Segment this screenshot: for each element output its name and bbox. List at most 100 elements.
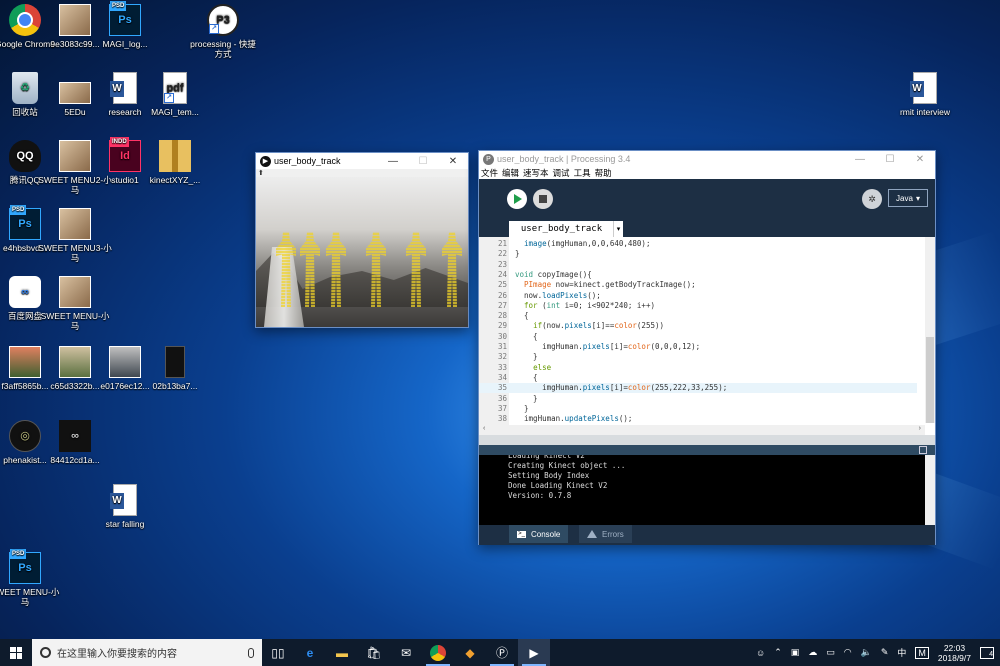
code-line[interactable]: 33 else [479,363,917,373]
desktop-icon-word-doc[interactable]: star falling [88,484,162,529]
code-line[interactable]: 37 } [479,404,917,414]
line-number: 38 [497,414,507,424]
close-button[interactable]: ✕ [905,151,935,167]
editor-console-divider[interactable] [479,435,935,445]
maximize-button[interactable]: ☐ [875,151,905,167]
system-clock[interactable]: 22:03 2018/9/7 [938,643,971,663]
code-line[interactable]: 27 for (int i=0; i<902*240; i++) [479,301,917,311]
task-view-icon[interactable]: ▯▯ [262,639,294,666]
code-line[interactable]: 38 imgHuman.updatePixels(); [479,414,917,424]
line-number: 37 [497,403,507,413]
processing-ide-window[interactable]: P user_body_track | Processing 3.4 — ☐ ✕… [478,150,936,545]
console-output[interactable]: Loading Kinect V2 Creating Kinect object … [479,455,925,525]
menu-sketch[interactable]: 速写本 [523,167,549,179]
code-line[interactable]: 29 if(now.pixels[i]==color(255)) [479,321,917,331]
image-file-icon [109,346,141,378]
microphone-icon[interactable] [248,647,254,658]
scroll-right-icon: › [918,425,921,432]
taskbar-search[interactable]: 在这里输入你要搜索的内容 [32,639,262,666]
line-number: 35 [497,383,507,393]
sketch-taskbar-icon[interactable]: ▶ [518,639,550,666]
code-line[interactable]: 24 void copyImage(){ [479,270,917,280]
debug-icon[interactable]: ✲ [862,189,882,209]
desktop-icon-label: 02b13ba7... [152,381,198,391]
file-explorer-icon[interactable]: ▬ [326,639,358,666]
minimize-button[interactable]: — [845,151,875,167]
processing-taskbar-icon[interactable]: Ⓟ [486,639,518,666]
chrome-taskbar-icon[interactable] [422,639,454,666]
battery-icon[interactable]: ▭ [826,647,835,658]
run-button[interactable] [507,189,527,209]
desktop-icon-image-file[interactable]: 02b13ba7... [138,346,212,391]
menu-file[interactable]: 文件 [481,167,498,179]
code-text: } [515,403,529,413]
sketch-titlebar[interactable]: ▶ user_body_track — ☐ ✕ [256,153,468,169]
desktop-icon-zip[interactable]: kinectXYZ_... [138,140,212,185]
code-line[interactable]: 36 } [479,394,917,404]
menu-help[interactable]: 帮助 [595,167,612,179]
desktop-icon-image-file[interactable]: SWEET MENU3-小马 [38,208,112,263]
minimize-button[interactable]: — [378,153,408,169]
desktop-icon-psd[interactable]: PSDPs SWEET MENU-小马 [0,549,62,607]
editor-vertical-scrollbar[interactable] [925,237,935,423]
code-line[interactable]: 32 } [479,352,917,362]
console-scrollbar[interactable] [925,455,935,525]
volume-icon[interactable]: 🔈 [861,647,872,658]
scrollbar-thumb[interactable] [926,337,934,423]
menu-debug[interactable]: 调试 [553,167,570,179]
image-file-icon [59,276,91,308]
code-line[interactable]: 26 now.loadPixels(); [479,291,917,301]
tray-app-icon[interactable]: ▣ [791,647,800,658]
code-line[interactable]: 30 { [479,332,917,342]
desktop-icon-word-doc[interactable]: rmit interview [888,72,962,117]
tray-chevron-up-icon[interactable]: ⌃ [774,647,782,658]
line-number: 25 [497,280,507,290]
sketch-canvas[interactable] [256,177,468,327]
code-line[interactable]: 35 imgHuman.pixels[i]=color(255,222,33,2… [479,383,917,394]
code-line[interactable]: 34 { [479,373,917,383]
edge-browser-icon[interactable]: e [294,639,326,666]
onedrive-cloud-icon[interactable]: ☁ [808,647,817,658]
action-center-icon[interactable]: 4 [980,646,994,659]
mail-icon[interactable]: ✉ [390,639,422,666]
ide-toolbar: ✲ Java ▾ [479,179,935,223]
desktop-icon-image-file[interactable]: ∞ 84412cd1a... [38,420,112,465]
people-icon[interactable]: ☺ [756,648,765,658]
pen-icon[interactable]: ✎ [881,647,889,658]
desktop-icon-image-file[interactable]: SWEET MENU-小马 [38,276,112,331]
code-editor[interactable]: 21 image(imgHuman,0,0,640,480); 22} 23 24 vo… [479,237,935,435]
ime-mode[interactable]: M [915,646,929,659]
wifi-icon[interactable]: ◠ [844,647,852,658]
tab-menu-arrow-icon[interactable]: ▾ [613,221,623,237]
app-taskbar-icon[interactable]: ◆ [454,639,486,666]
mode-selector[interactable]: Java ▾ [888,189,928,207]
code-line[interactable]: 23 [479,260,917,270]
code-line[interactable]: 28 { [479,311,917,321]
desktop-icon-processing[interactable]: P3 ↗ processing - 快捷方式 [186,4,260,59]
start-button[interactable] [0,639,32,666]
editor-horizontal-scrollbar[interactable]: ‹ › [479,425,925,435]
menu-edit[interactable]: 编辑 [502,167,519,179]
desktop-icon-label: MAGI_log... [102,39,148,49]
copy-icon[interactable] [919,446,927,454]
close-button[interactable]: ✕ [438,153,468,169]
ide-titlebar[interactable]: P user_body_track | Processing 3.4 — ☐ ✕ [479,151,935,167]
sketch-window[interactable]: ▶ user_body_track — ☐ ✕ ⬆ [255,152,469,328]
desktop-icon-psd[interactable]: PSD Ps MAGI_log... [88,1,162,49]
store-icon[interactable]: 🛍 [358,639,390,666]
photoshop-icon: PSD Ps [109,1,141,36]
tab-user-body-track[interactable]: user_body_track [509,221,614,237]
stop-button[interactable] [533,189,553,209]
ime-language[interactable]: 中 [897,646,906,659]
desktop-icon-pdf[interactable]: pdf ↗ MAGI_tem... [138,72,212,117]
word-document-icon [910,72,937,104]
code-line[interactable]: 31 imgHuman.pixels[i]=color(0,0,0,12); [479,342,917,352]
tab-errors[interactable]: Errors [579,525,632,543]
code-line[interactable]: 25 PImage now=kinect.getBodyTrackImage()… [479,280,917,290]
maximize-button[interactable]: ☐ [408,153,438,169]
code-line[interactable]: 22} [479,249,917,259]
console-line: Creating Kinect object ... [508,461,626,470]
menu-tools[interactable]: 工具 [574,167,591,179]
code-line[interactable]: 21 image(imgHuman,0,0,640,480); [479,239,917,249]
tab-console[interactable]: >_ Console [509,525,569,543]
